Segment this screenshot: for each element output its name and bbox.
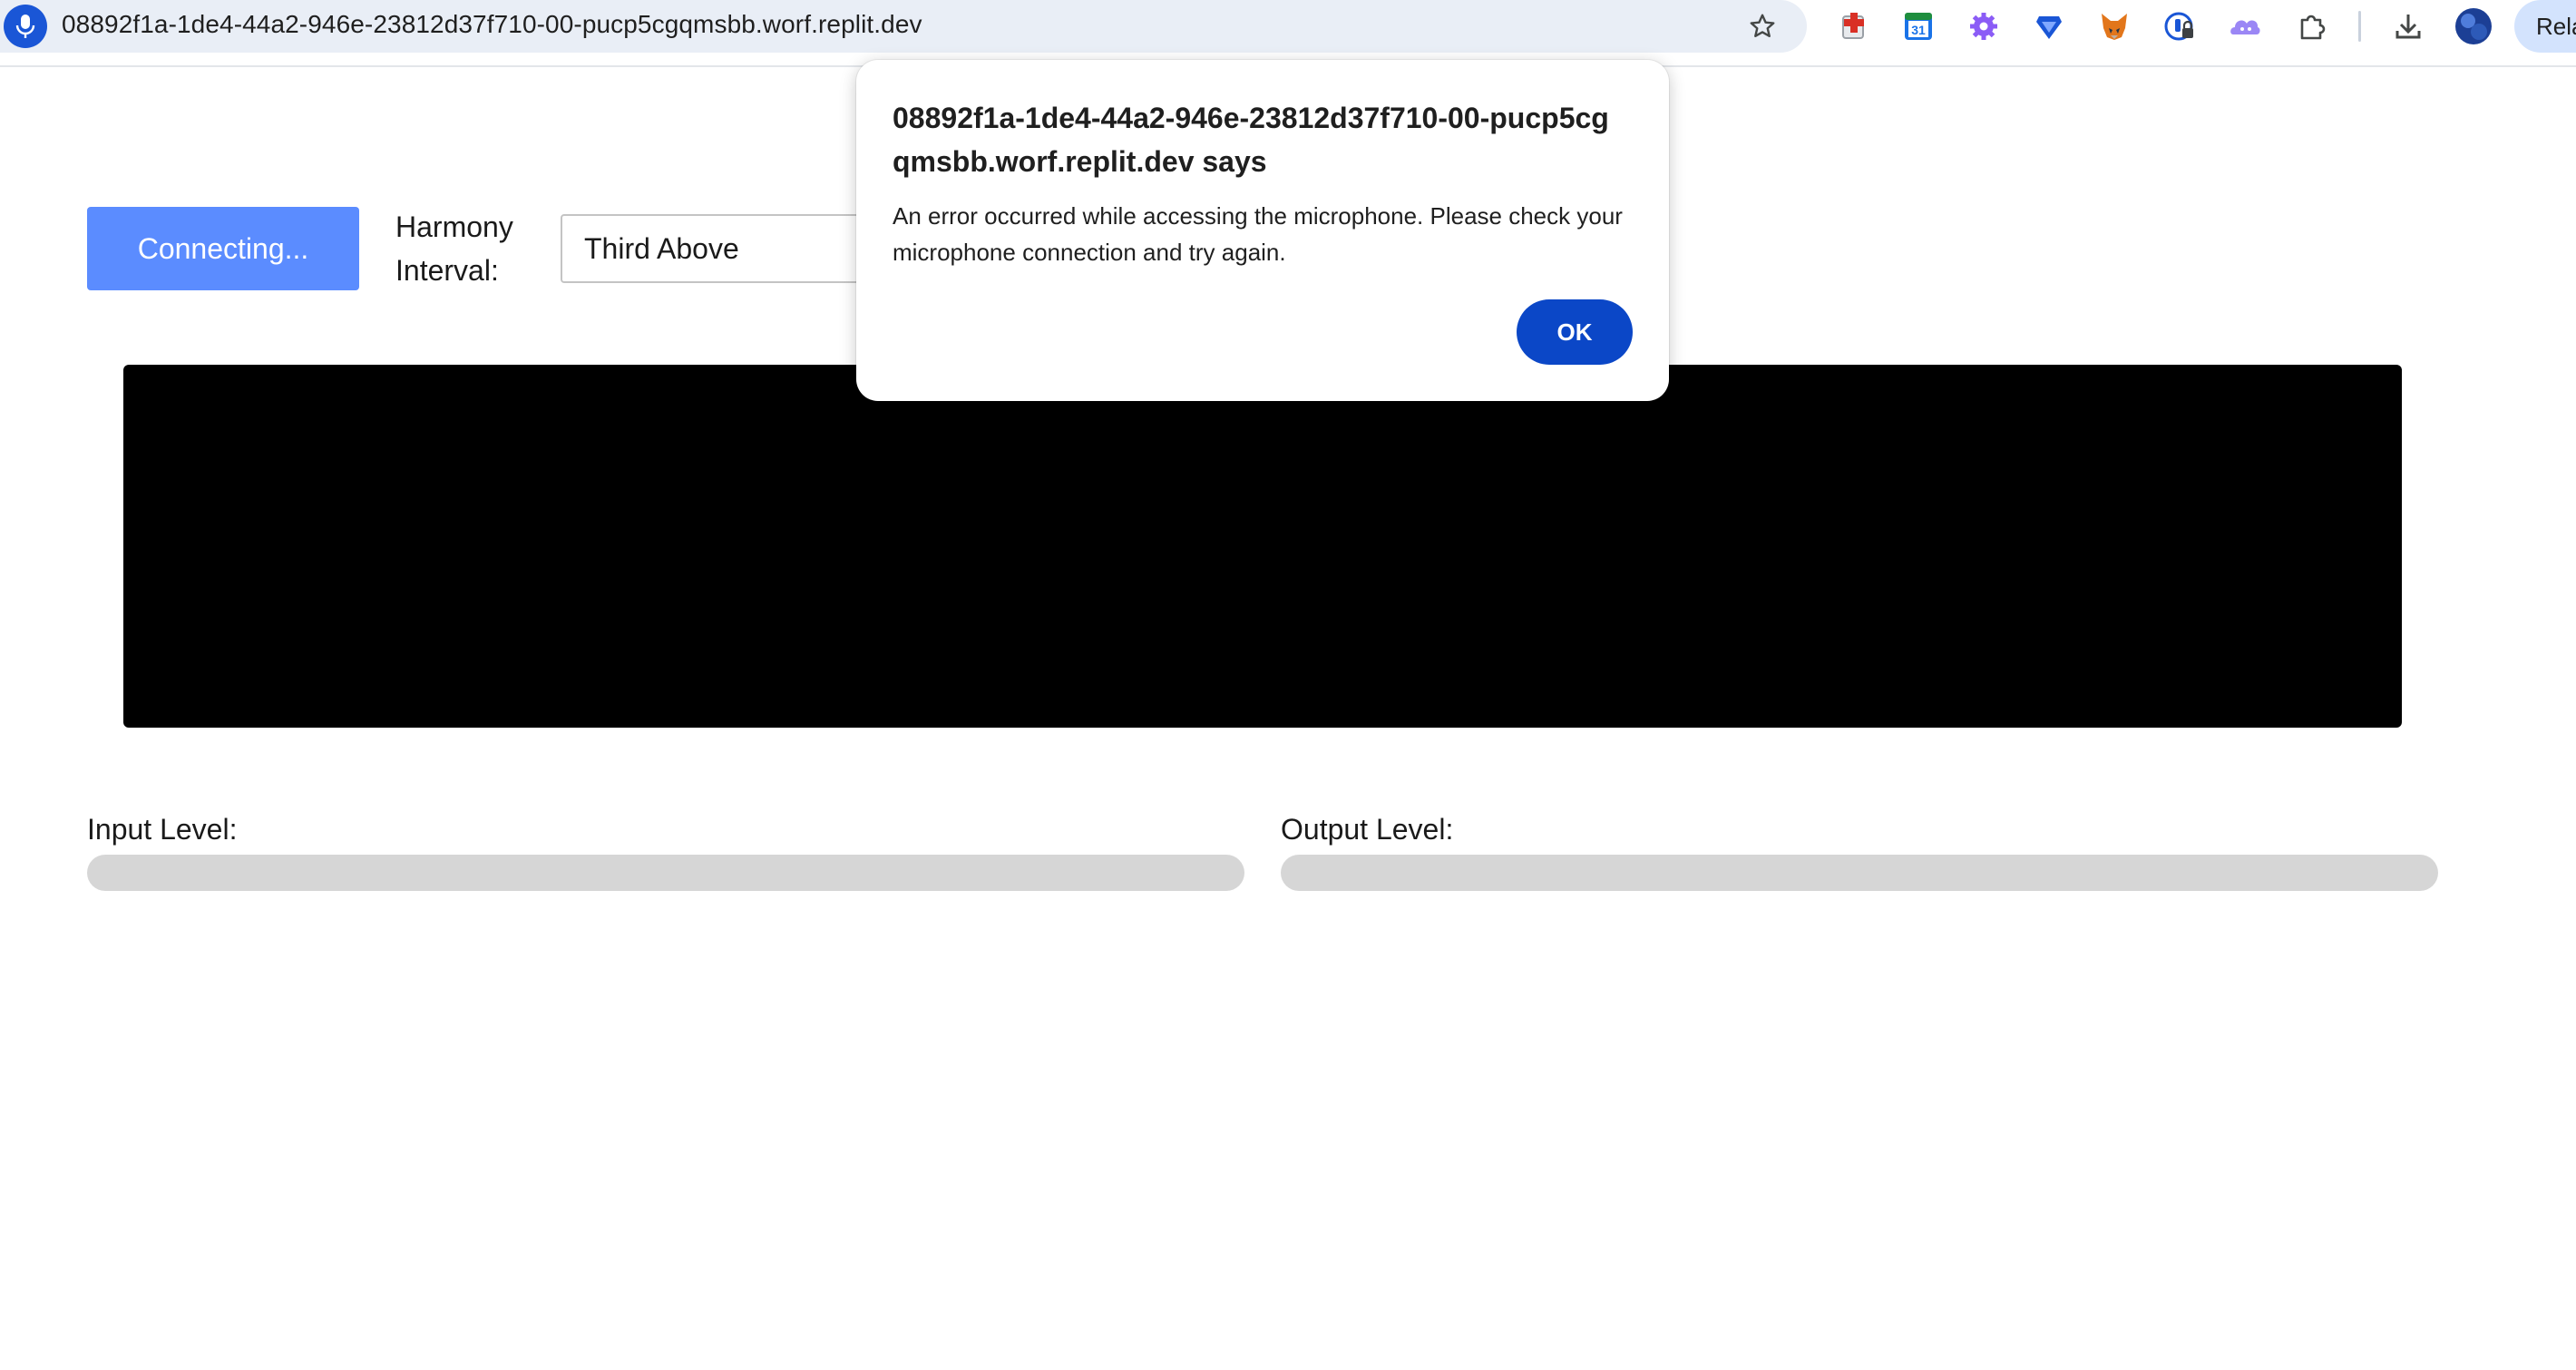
ok-button[interactable]: OK (1517, 299, 1633, 365)
url-text[interactable]: 08892f1a-1de4-44a2-946e-23812d37f710-00-… (62, 10, 922, 39)
puzzle-extensions-icon[interactable] (2291, 5, 2333, 47)
input-level-label: Input Level: (87, 813, 238, 846)
address-bar[interactable]: 08892f1a-1de4-44a2-946e-23812d37f710-00-… (0, 0, 1807, 53)
output-level-label: Output Level: (1281, 813, 1454, 846)
calendar-extension-icon[interactable]: 31 (1898, 5, 1939, 47)
svg-text:31: 31 (1911, 23, 1926, 37)
fox-extension-icon[interactable] (2093, 5, 2135, 47)
profile-chip[interactable]: Rela (2514, 0, 2576, 53)
connect-button[interactable]: Connecting... (87, 207, 359, 290)
harmony-interval-select[interactable]: Third Above (561, 214, 887, 283)
input-level-meter (87, 855, 1244, 891)
microphone-icon[interactable] (4, 5, 47, 48)
browser-toolbar: 08892f1a-1de4-44a2-946e-23812d37f710-00-… (0, 0, 2576, 67)
visualizer-canvas (123, 365, 2402, 728)
password-lock-extension-icon[interactable] (2159, 5, 2200, 47)
toolbar-divider (2358, 11, 2361, 42)
gear-extension-icon[interactable] (1963, 5, 2005, 47)
alert-dialog: 08892f1a-1de4-44a2-946e-23812d37f710-00-… (856, 60, 1669, 401)
avatar-icon[interactable] (2453, 5, 2494, 47)
diamond-extension-icon[interactable] (2028, 5, 2070, 47)
output-level-meter (1281, 855, 2438, 891)
star-icon[interactable] (1743, 7, 1781, 45)
dialog-title: 08892f1a-1de4-44a2-946e-23812d37f710-00-… (893, 102, 1609, 178)
dialog-message: An error occurred while accessing the mi… (893, 202, 1623, 266)
harmony-interval-label: Harmony Interval: (395, 210, 513, 287)
download-icon[interactable] (2387, 5, 2429, 47)
cloud-extension-icon[interactable] (2224, 5, 2266, 47)
red-cross-extension-icon[interactable] (1834, 5, 1876, 47)
